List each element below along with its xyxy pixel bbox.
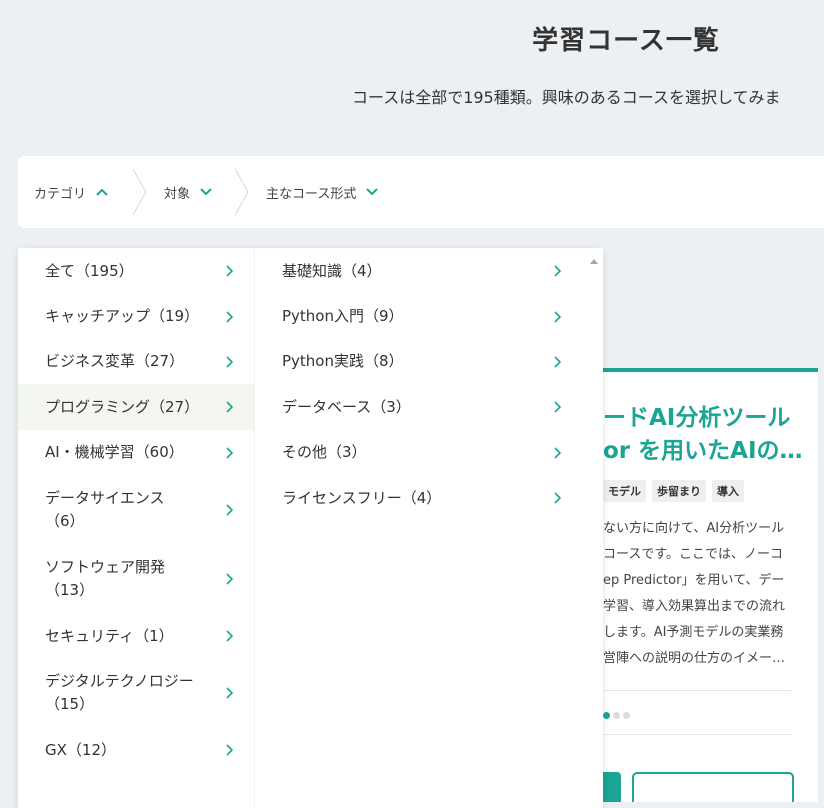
category-item-label: ビジネス変革（27） xyxy=(45,352,185,370)
category-dropdown: 全て（195） キャッチアップ（19） ビジネス変革（27） プログラミング（2… xyxy=(18,248,603,808)
chevron-down-icon xyxy=(200,188,212,196)
course-secondary-button[interactable] xyxy=(632,772,794,802)
carousel-dot[interactable] xyxy=(623,712,630,719)
category-item-security[interactable]: セキュリティ（1） xyxy=(18,613,254,659)
category-item-catchup[interactable]: キャッチアップ（19） xyxy=(18,294,254,339)
chevron-right-icon xyxy=(226,504,234,516)
course-description-line: 営陣への説明の仕方のイメー… xyxy=(603,651,786,666)
course-description-line: コースです。ここでは、ノーコ xyxy=(603,547,784,562)
category-item-label: ソフトウェア開発 （13） xyxy=(45,556,165,602)
subcategory-item-other[interactable]: その他（3） xyxy=(255,430,583,475)
course-tag: 歩留まり xyxy=(652,480,706,502)
subcategory-item-python-intro[interactable]: Python入門（9） xyxy=(255,294,583,339)
course-card-title-line2: or を用いたAIの… xyxy=(603,438,803,464)
category-item-ai[interactable]: AI・機械学習（60） xyxy=(18,430,254,475)
category-item-label: デジタルテクノロジー （15） xyxy=(45,670,194,716)
category-item-gx[interactable]: GX（12） xyxy=(18,727,254,773)
subcategory-item-label: Python入門（9） xyxy=(282,307,404,325)
course-description: ない方に向けて、AI分析ツール コースです。ここでは、ノーコ ep Predic… xyxy=(603,516,793,672)
chevron-right-icon xyxy=(554,265,562,277)
subcategory-item-label: データベース（3） xyxy=(282,397,411,416)
filter-category[interactable]: カテゴリ xyxy=(34,156,108,228)
chevron-right-icon xyxy=(554,355,562,368)
category-item-label: データサイエンス （6） xyxy=(45,487,165,533)
subcategory-item-basics[interactable]: 基礎知識（4） xyxy=(255,248,583,294)
chevron-down-icon xyxy=(366,188,379,196)
subcategory-item-license-free[interactable]: ライセンスフリー（4） xyxy=(255,475,583,521)
category-item-digitaltech[interactable]: デジタルテクノロジー （15） xyxy=(18,659,254,727)
chevron-right-icon xyxy=(226,310,234,323)
category-item-datascience[interactable]: データサイエンス （6） xyxy=(18,475,254,545)
category-item-label: AI・機械学習（60） xyxy=(45,443,184,461)
chevron-right-icon xyxy=(554,310,562,323)
chevron-right-icon xyxy=(554,401,562,413)
subcategory-item-label: Python実践（8） xyxy=(282,352,404,370)
category-item-label: キャッチアップ（19） xyxy=(45,307,200,325)
category-item-label-line: （6） xyxy=(45,512,85,530)
category-item-label: 全て（195） xyxy=(45,261,134,280)
subcategory-item-python-practice[interactable]: Python実践（8） xyxy=(255,339,583,384)
category-list: 全て（195） キャッチアップ（19） ビジネス変革（27） プログラミング（2… xyxy=(18,248,254,808)
chevron-right-icon xyxy=(226,355,234,368)
chevron-right-icon xyxy=(226,687,234,699)
category-item-label-line: データサイエンス xyxy=(45,489,165,507)
subcategory-item-label: その他（3） xyxy=(282,443,367,461)
category-item-label-line: （13） xyxy=(45,581,95,599)
chevron-right-icon xyxy=(226,265,234,277)
subcategory-list: 基礎知識（4） Python入門（9） Python実践（8） データベース（3… xyxy=(254,248,583,808)
carousel-dots xyxy=(603,712,630,719)
course-card-title-line1: ードAI分析ツール xyxy=(603,405,791,431)
card-divider xyxy=(603,690,791,691)
chevron-right-icon xyxy=(226,630,234,642)
category-item-label: プログラミング（27） xyxy=(45,397,200,416)
category-item-all[interactable]: 全て（195） xyxy=(18,248,254,294)
course-description-line: します。AI予測モデルの実業務 xyxy=(603,625,784,640)
chevron-right-icon xyxy=(554,446,562,459)
filter-category-label: カテゴリ xyxy=(34,186,87,202)
chevron-right-icon xyxy=(226,446,234,459)
filter-separator xyxy=(132,168,147,216)
page-subtitle: コースは全部で195種類。興味のあるコースを選択してみま xyxy=(352,88,781,107)
category-item-label-line: デジタルテクノロジー xyxy=(45,672,194,690)
filter-course-format[interactable]: 主なコース形式 xyxy=(266,156,379,228)
filter-course-format-label: 主なコース形式 xyxy=(266,186,357,202)
subcategory-item-label: 基礎知識（4） xyxy=(282,261,382,280)
chevron-right-icon xyxy=(554,492,562,504)
page-title: 学習コース一覧 xyxy=(532,26,720,56)
chevron-right-icon xyxy=(226,401,234,413)
chevron-up-icon xyxy=(96,188,108,196)
filter-separator xyxy=(234,168,249,216)
course-tags: モデル 歩留まり 導入 xyxy=(603,480,744,502)
chevron-right-icon xyxy=(226,744,234,756)
course-tag: モデル xyxy=(603,480,646,502)
carousel-dot[interactable] xyxy=(603,712,610,719)
category-item-label-line: （15） xyxy=(45,695,95,713)
carousel-dot[interactable] xyxy=(613,712,620,719)
subcategory-item-database[interactable]: データベース（3） xyxy=(255,384,583,430)
category-item-programming[interactable]: プログラミング（27） xyxy=(18,384,254,430)
category-item-label-line: ソフトウェア開発 xyxy=(45,558,166,576)
course-primary-button[interactable] xyxy=(603,772,621,802)
course-card-title[interactable]: ードAI分析ツール or を用いたAIの… xyxy=(603,402,803,468)
course-tag: 導入 xyxy=(712,480,744,502)
subcategory-item-label: ライセンスフリー（4） xyxy=(282,488,442,507)
card-divider xyxy=(603,734,791,735)
course-description-line: ep Predictor」を用いて、デー xyxy=(603,573,785,588)
filter-target-label: 対象 xyxy=(164,186,191,202)
scroll-up-arrow-icon[interactable] xyxy=(585,254,603,270)
course-description-line: ない方に向けて、AI分析ツール xyxy=(603,521,785,536)
category-item-business[interactable]: ビジネス変革（27） xyxy=(18,339,254,384)
category-item-label: GX（12） xyxy=(45,740,116,759)
category-item-software[interactable]: ソフトウェア開発 （13） xyxy=(18,545,254,613)
course-description-line: 学習、導入効果算出までの流れ xyxy=(603,599,786,614)
chevron-right-icon xyxy=(226,573,234,585)
filter-target[interactable]: 対象 xyxy=(164,156,212,228)
dropdown-scrollbar[interactable] xyxy=(585,248,603,808)
category-item-label: セキュリティ（1） xyxy=(45,626,174,645)
filter-bar: カテゴリ 対象 主なコース形式 xyxy=(18,156,824,228)
course-card[interactable]: ードAI分析ツール or を用いたAIの… モデル 歩留まり 導入 ない方に向け… xyxy=(603,368,818,802)
